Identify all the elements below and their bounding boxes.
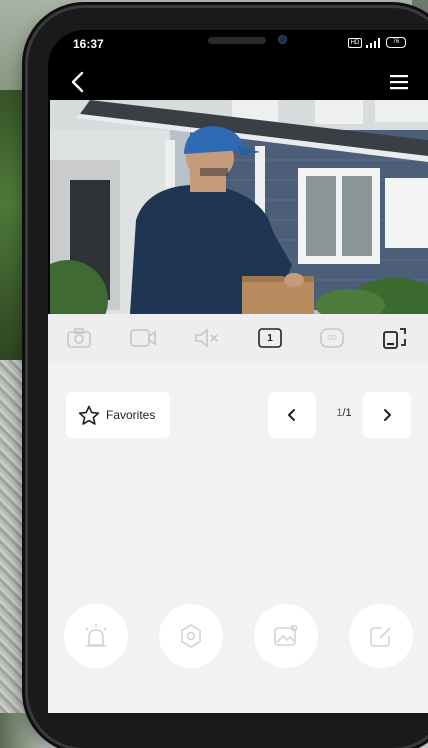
control-panel: Favorites 1/1 [48, 362, 428, 713]
chevron-left-icon [288, 409, 295, 421]
single-view-icon[interactable]: 1 [257, 326, 283, 350]
battery-icon: 76 [386, 37, 406, 48]
video-frame-illustration [50, 100, 428, 314]
favorites-button[interactable]: Favorites [66, 392, 170, 438]
edit-button[interactable] [349, 604, 413, 668]
signal-icon [366, 37, 380, 48]
status-time: 16:37 [73, 37, 104, 51]
status-icons: HD 76 [348, 37, 406, 48]
chevron-right-icon [384, 409, 391, 421]
hexagon-settings-icon [181, 624, 201, 648]
live-video-feed[interactable] [50, 100, 428, 314]
edit-icon [370, 627, 391, 647]
hamburger-menu-icon[interactable] [387, 70, 411, 94]
front-camera [278, 35, 287, 44]
hexagon-settings-button[interactable] [159, 604, 223, 668]
video-controls-bar: 1 SD [48, 314, 428, 362]
next-page-button[interactable] [363, 392, 411, 438]
chevron-left-icon[interactable] [65, 68, 93, 96]
hd-icon: HD [348, 37, 362, 48]
video-record-icon[interactable] [130, 326, 156, 350]
single-view-label: 1 [267, 332, 273, 344]
page-total: 1 [345, 407, 352, 419]
favorites-label: Favorites [106, 408, 156, 422]
previous-page-button[interactable] [268, 392, 316, 438]
fullscreen-rotate-icon[interactable] [382, 326, 408, 350]
camera-snapshot-icon[interactable] [66, 326, 92, 350]
gallery-icon [274, 624, 298, 646]
siren-icon [85, 624, 107, 647]
gallery-button[interactable] [254, 604, 318, 668]
earpiece [208, 37, 266, 44]
speaker-muted-icon[interactable] [194, 326, 220, 350]
quality-sd-icon[interactable]: SD [319, 326, 345, 350]
app-bar [48, 64, 428, 104]
star-icon [78, 405, 100, 425]
quality-label: SD [327, 334, 337, 342]
status-bar: 16:37 HD 76 [48, 30, 428, 60]
siren-button[interactable] [64, 604, 128, 668]
phone-screen: 16:37 HD 76 1 SD Favorites 1/1 [48, 30, 428, 713]
page-indicator: 1/1 [324, 407, 364, 419]
